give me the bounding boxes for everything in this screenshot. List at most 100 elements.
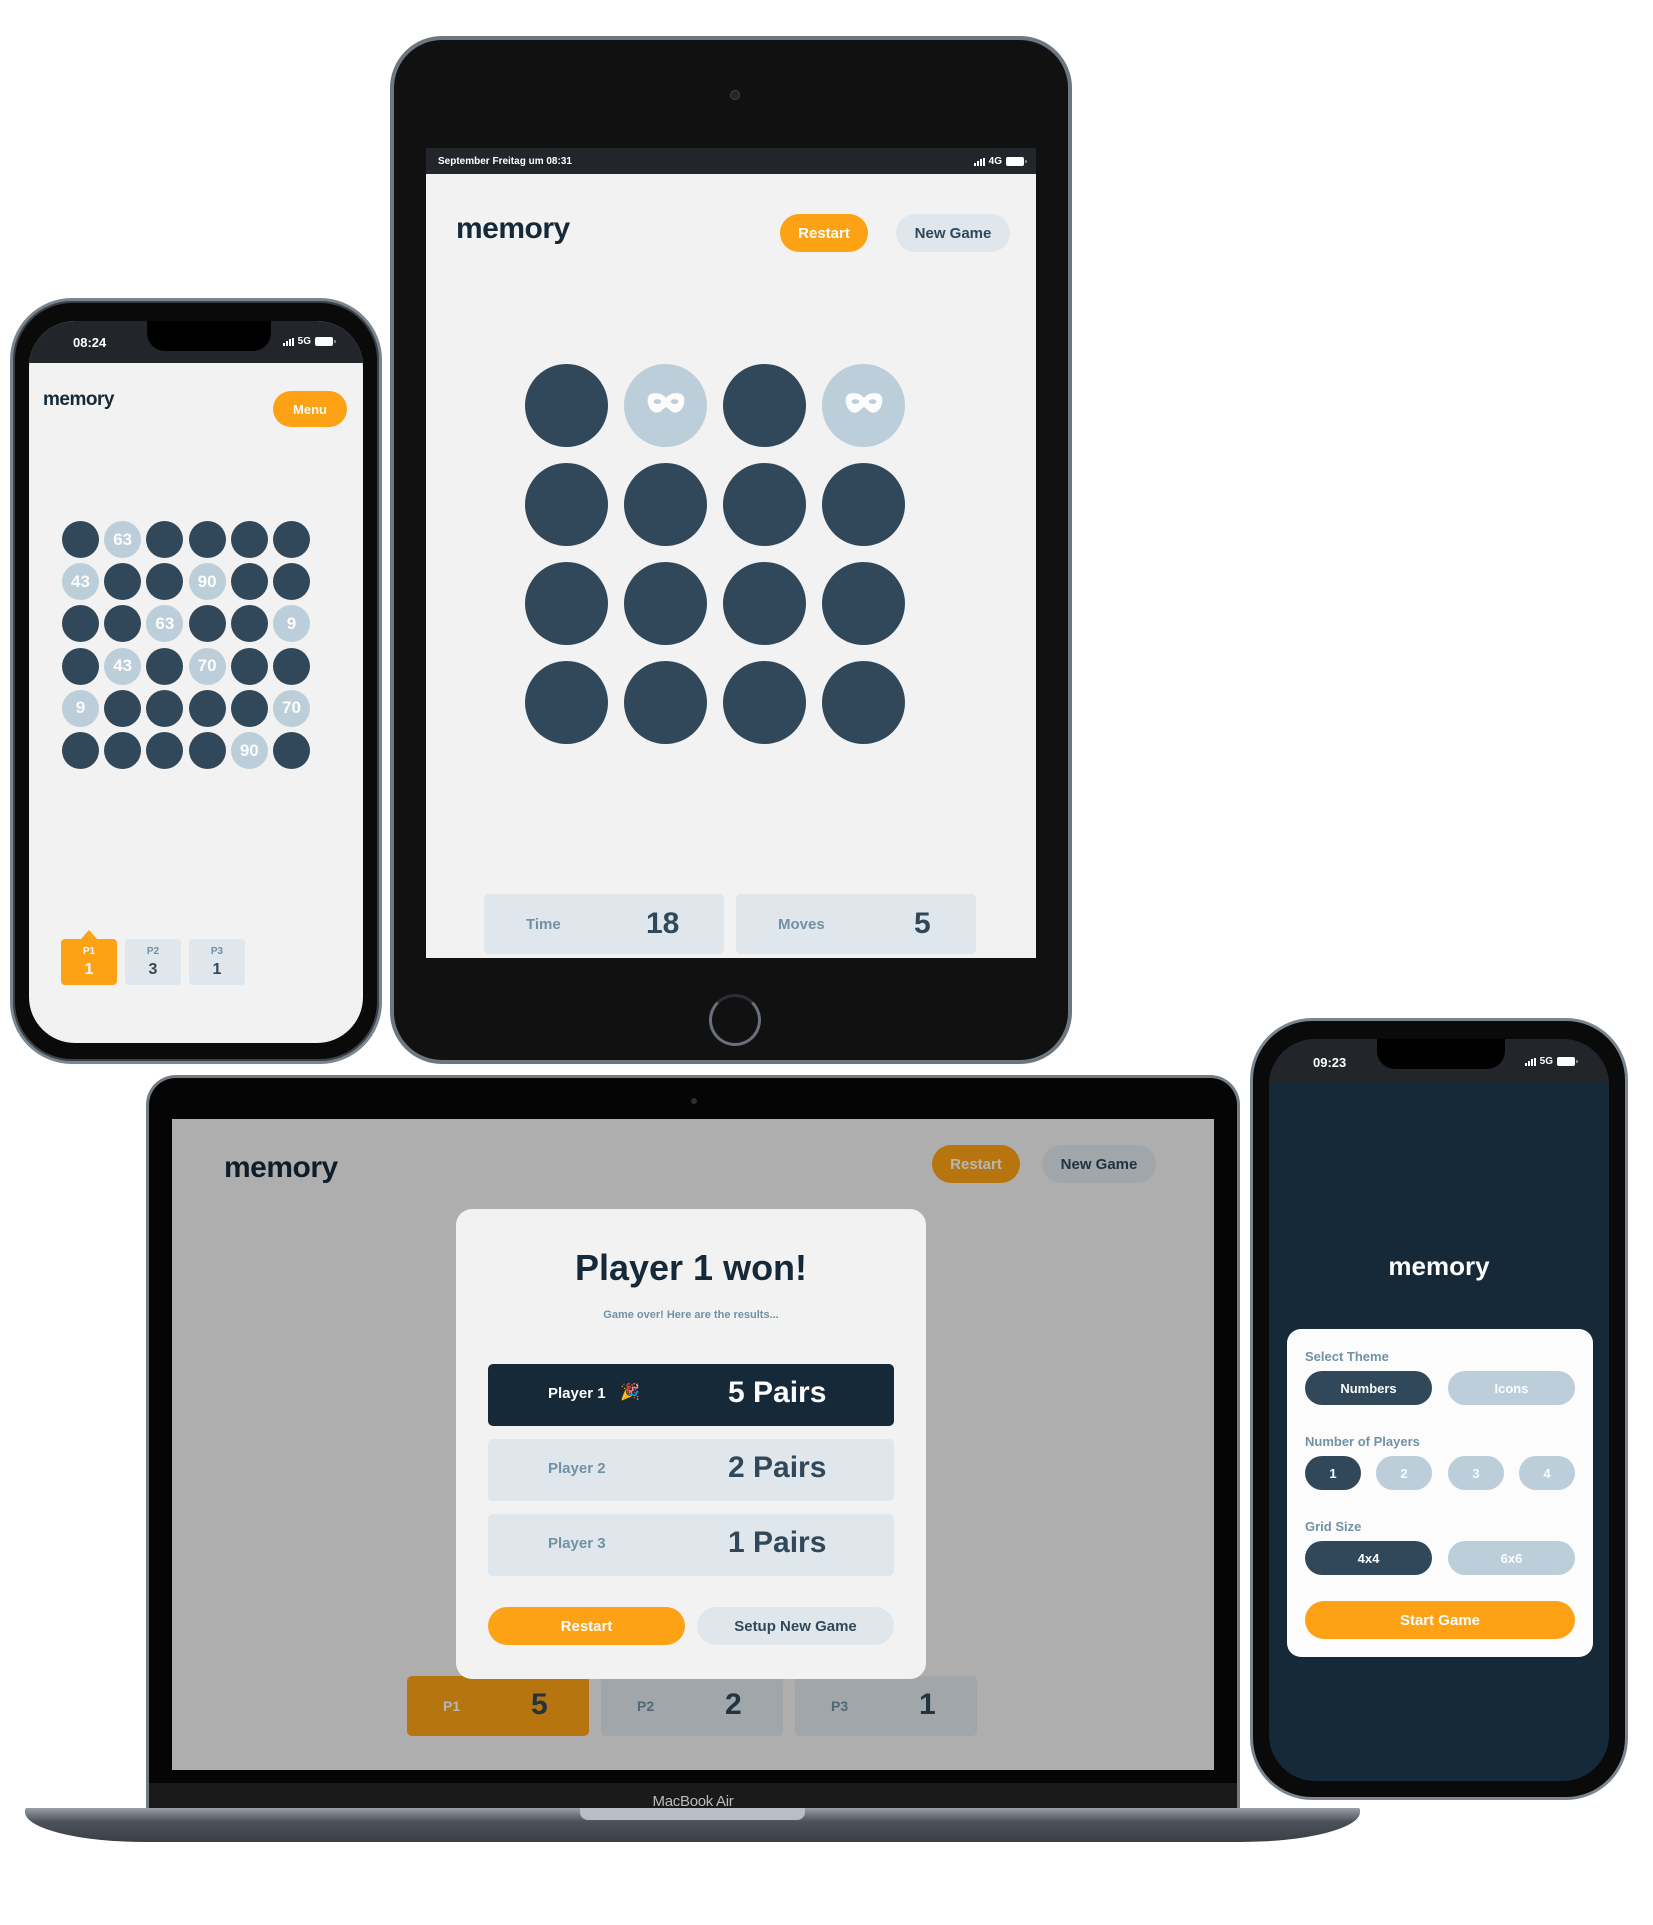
memory-tile[interactable]: 70 <box>273 689 310 727</box>
memory-tile[interactable] <box>525 661 608 744</box>
memory-tile[interactable]: 70 <box>188 647 226 685</box>
memory-tile[interactable] <box>146 521 184 558</box>
tile-value: 43 <box>113 656 133 676</box>
memory-tile[interactable] <box>146 647 184 685</box>
results-modal: Player 1 won! Game over! Here are the re… <box>456 1209 926 1679</box>
memory-tile[interactable] <box>230 689 268 727</box>
memory-tile[interactable] <box>822 562 905 645</box>
option-button[interactable]: 2 <box>1376 1456 1432 1490</box>
memory-tile[interactable] <box>525 364 608 447</box>
memory-tile[interactable] <box>624 661 707 744</box>
memory-tile[interactable] <box>525 562 608 645</box>
memory-tile[interactable] <box>62 521 99 558</box>
player-label: P1 <box>82 946 96 957</box>
phone-notch <box>1377 1039 1505 1069</box>
memory-tile[interactable] <box>723 661 806 744</box>
memory-tile[interactable] <box>230 647 268 685</box>
battery-icon <box>1557 1057 1578 1066</box>
tablet-device: September Freitag um 08:31 4G memory Res… <box>390 36 1072 1064</box>
result-row-player-2: Player 2 2 Pairs <box>488 1439 894 1501</box>
laptop-opening-notch <box>580 1808 805 1820</box>
phone-screen: 08:24 5G memory Menu 63 43 90 63 9 43 70 9 70 90 … <box>29 321 363 1043</box>
option-button[interactable]: 4 <box>1519 1456 1575 1490</box>
mask-icon <box>647 392 685 420</box>
memory-tile[interactable] <box>188 732 226 769</box>
memory-tile[interactable] <box>822 463 905 546</box>
player-label: P2 <box>146 946 160 957</box>
memory-tile[interactable] <box>273 732 310 769</box>
phone-device-right: 09:23 5G memory Select Theme Numbers Icon… <box>1250 1018 1628 1800</box>
memory-tile[interactable]: 90 <box>188 563 226 601</box>
memory-tile[interactable] <box>188 605 226 643</box>
new-game-button[interactable]: New Game <box>896 214 1010 252</box>
memory-tile[interactable] <box>624 562 707 645</box>
network-label: 5G <box>1539 1056 1553 1067</box>
memory-tile[interactable] <box>62 605 99 643</box>
memory-tile[interactable] <box>188 521 226 558</box>
result-player-name: Player 3 <box>548 1535 606 1552</box>
status-indicators: 5G <box>282 336 336 347</box>
restart-button[interactable]: Restart <box>488 1607 685 1645</box>
network-label: 5G <box>297 336 311 347</box>
laptop-device: memory Restart New Game P1 5 P2 2 P3 1 Player… <box>146 1075 1240 1819</box>
moves-label: Moves <box>778 915 825 933</box>
memory-tile[interactable] <box>104 605 142 643</box>
tile-value: 43 <box>71 571 90 591</box>
memory-tile[interactable] <box>146 563 184 601</box>
memory-tile[interactable]: 9 <box>273 605 310 643</box>
memory-tile[interactable] <box>104 689 142 727</box>
moves-value: 5 <box>914 907 931 940</box>
memory-tile[interactable] <box>624 463 707 546</box>
memory-tile[interactable] <box>62 732 99 769</box>
modal-subtitle: Game over! Here are the results... <box>603 1309 779 1321</box>
memory-tile[interactable]: 63 <box>104 521 142 558</box>
memory-tile[interactable]: 43 <box>62 563 99 601</box>
memory-tile[interactable] <box>62 647 99 685</box>
start-game-button[interactable]: Start Game <box>1305 1601 1575 1639</box>
option-button[interactable]: Numbers <box>1305 1371 1432 1405</box>
memory-tile[interactable]: 9 <box>62 689 99 727</box>
restart-button[interactable]: Restart <box>780 214 868 252</box>
memory-tile[interactable] <box>230 563 268 601</box>
home-button[interactable] <box>709 994 761 1046</box>
player-score: 3 <box>148 961 158 978</box>
memory-tile[interactable] <box>273 647 310 685</box>
memory-tile[interactable] <box>723 562 806 645</box>
tile-value: 70 <box>282 698 301 718</box>
memory-tile[interactable]: 43 <box>104 647 142 685</box>
memory-tile[interactable] <box>723 364 806 447</box>
time-value: 18 <box>646 907 680 940</box>
tile-value: 9 <box>286 613 297 633</box>
memory-tile[interactable] <box>146 689 184 727</box>
memory-tile[interactable] <box>273 563 310 601</box>
setup-new-game-button[interactable]: Setup New Game <box>697 1607 894 1645</box>
signal-icon <box>282 337 294 346</box>
memory-tile[interactable] <box>230 605 268 643</box>
app-logo: memory <box>456 212 570 245</box>
battery-icon <box>315 337 336 346</box>
memory-tile[interactable] <box>104 732 142 769</box>
option-button[interactable]: 1 <box>1305 1456 1361 1490</box>
option-button[interactable]: 4x4 <box>1305 1541 1432 1575</box>
option-button[interactable]: 6x6 <box>1448 1541 1575 1575</box>
grid-size-label: Grid Size <box>1305 1519 1362 1534</box>
memory-tile[interactable] <box>525 463 608 546</box>
option-button[interactable]: 3 <box>1448 1456 1504 1490</box>
memory-tile[interactable] <box>146 732 184 769</box>
app-logo: memory <box>43 389 114 410</box>
app-logo: memory <box>1388 1251 1490 1281</box>
result-player-name: Player 2 <box>548 1460 606 1477</box>
memory-tile[interactable] <box>624 364 707 447</box>
memory-tile[interactable] <box>230 521 268 558</box>
memory-tile[interactable] <box>273 521 310 558</box>
memory-tile[interactable] <box>822 661 905 744</box>
option-button[interactable]: Icons <box>1448 1371 1575 1405</box>
memory-tile[interactable] <box>723 463 806 546</box>
memory-tile[interactable] <box>822 364 905 447</box>
memory-tile[interactable]: 90 <box>230 732 268 769</box>
menu-button[interactable]: Menu <box>273 391 347 427</box>
result-player-name: Player 1 <box>548 1385 606 1402</box>
memory-tile[interactable] <box>104 563 142 601</box>
memory-tile[interactable]: 63 <box>146 605 184 643</box>
memory-tile[interactable] <box>188 689 226 727</box>
